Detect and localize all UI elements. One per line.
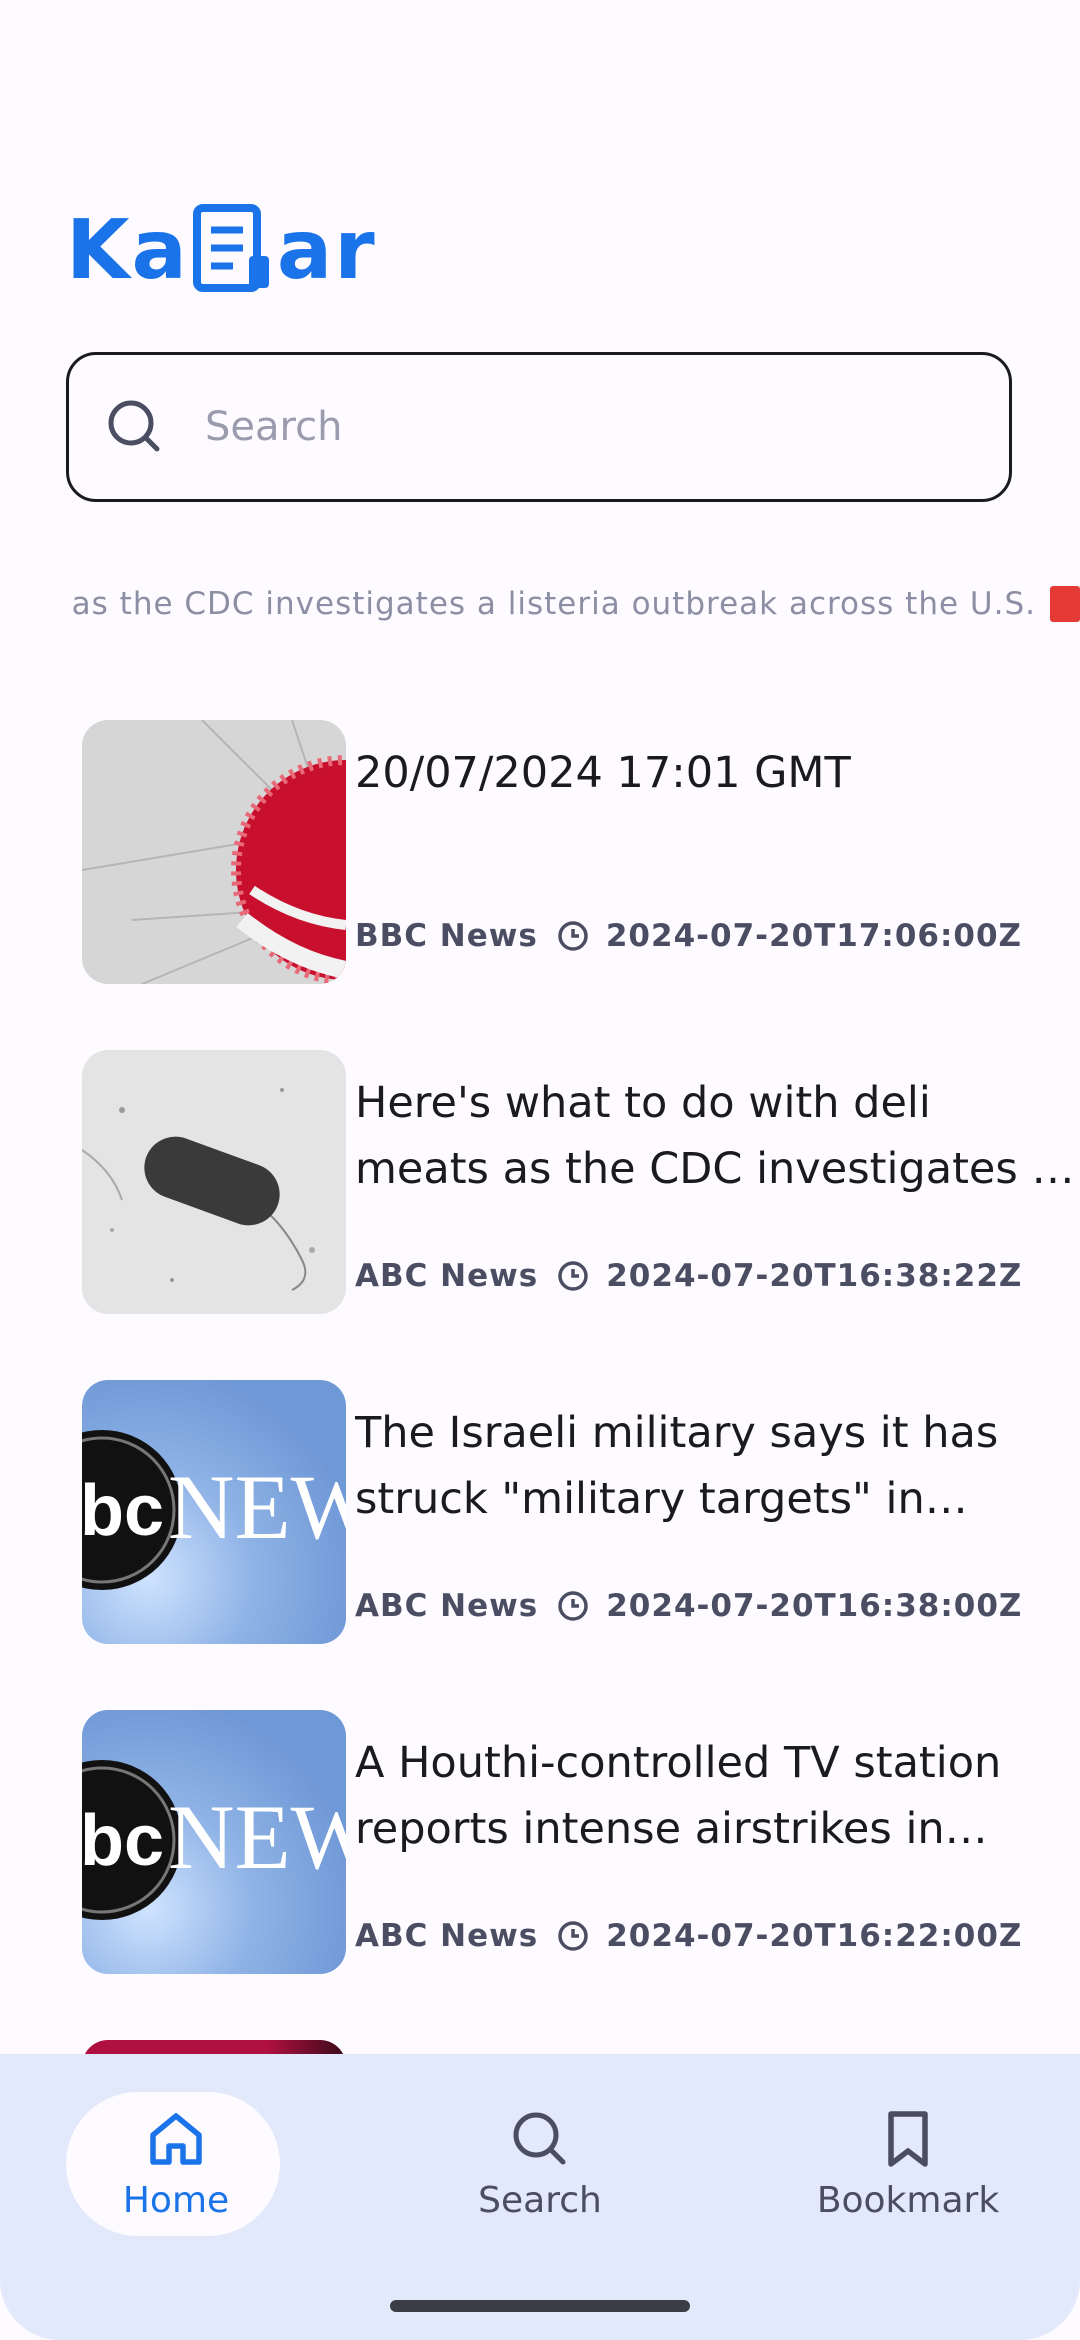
- home-icon: [150, 2113, 202, 2165]
- article-title: A Houthi-controlled TV station reports i…: [355, 1738, 1002, 1854]
- article-title: 20/07/2024 17:01 GMT: [355, 748, 851, 798]
- app-logo: Ka ar: [66, 200, 377, 292]
- clock-icon: [558, 1261, 588, 1291]
- article-title: Here's what to do with deli meats as the…: [355, 1078, 1058, 1194]
- article-card[interactable]: bc NEWS The Israeli military says it has…: [82, 1380, 1021, 1644]
- search-bar[interactable]: [66, 352, 1012, 502]
- article-thumbnail: [82, 1050, 346, 1314]
- clock-icon: [558, 1921, 588, 1951]
- abc-news-logo-image: bc NEWS: [82, 1710, 346, 1974]
- article-thumbnail: bc NEWS: [82, 1380, 346, 1644]
- logo-text-left: Ka: [66, 203, 189, 298]
- search-input[interactable]: [203, 403, 967, 451]
- article-source: ABC News: [355, 1918, 539, 1954]
- bottom-navigation-bar: Home Search Bookmark: [0, 2054, 1080, 2340]
- article-card[interactable]: Here's what to do with deli meats as the…: [82, 1050, 1058, 1314]
- nav-label-home: Home: [122, 2180, 230, 2221]
- bookmark-icon: [888, 2111, 928, 2167]
- svg-text:bc: bc: [82, 1471, 164, 1551]
- article-meta: ABC News 2024-07-20T16:22:00Z: [355, 1918, 1022, 1954]
- article-thumbnail: bc NEWS: [82, 1710, 346, 1974]
- article-timestamp: 2024-07-20T17:06:00Z: [605, 918, 1022, 954]
- svg-text:bc: bc: [82, 1801, 164, 1881]
- article-timestamp: 2024-07-20T16:22:00Z: [606, 1918, 1023, 1954]
- svg-text:NEWS: NEWS: [168, 1456, 346, 1558]
- article-meta: ABC News 2024-07-20T16:38:00Z: [355, 1588, 1022, 1624]
- article-meta: BBC News 2024-07-20T17:06:00Z: [355, 918, 1022, 954]
- article-source: ABC News: [355, 1588, 539, 1624]
- clock-icon: [558, 921, 588, 951]
- article-timestamp: 2024-07-20T16:38:22Z: [606, 1258, 1023, 1294]
- newspaper-logo-icon: [192, 204, 269, 292]
- article-source: BBC News: [355, 918, 538, 954]
- nav-item-home[interactable]: Home: [66, 2092, 286, 2236]
- nav-item-search[interactable]: Search: [430, 2092, 650, 2232]
- bbc-globe-image: [82, 720, 346, 984]
- svg-text:NEWS: NEWS: [168, 1786, 346, 1888]
- ticker-text: ts as the CDC investigates a listeria ou…: [66, 586, 1036, 622]
- article-source: ABC News: [355, 1258, 539, 1294]
- article-timestamp: 2024-07-20T16:38:00Z: [606, 1588, 1023, 1624]
- headline-ticker[interactable]: ts as the CDC investigates a listeria ou…: [66, 578, 1080, 630]
- search-icon: [513, 2112, 566, 2165]
- red-square-icon: [1050, 586, 1080, 622]
- nav-label-search: Search: [478, 2180, 602, 2221]
- article-meta: ABC News 2024-07-20T16:38:22Z: [355, 1258, 1022, 1294]
- logo-text-right: ar: [276, 203, 377, 298]
- news-app-screen: Ka ar ts as the CDC investigates a liste…: [0, 0, 1080, 2340]
- home-gesture-bar[interactable]: [390, 2300, 690, 2312]
- abc-news-logo-image: bc NEWS: [82, 1380, 346, 1644]
- article-thumbnail: [82, 720, 346, 984]
- nav-label-bookmark: Bookmark: [816, 2180, 1000, 2221]
- clock-icon: [558, 1591, 588, 1621]
- article-card[interactable]: 20/07/2024 17:01 GMT BBC News 2024-07-20…: [82, 720, 1021, 984]
- nav-item-bookmark[interactable]: Bookmark: [798, 2092, 1018, 2232]
- article-title: The Israeli military says it has struck …: [355, 1408, 999, 1524]
- bacteria-image: [82, 1050, 346, 1314]
- search-icon: [108, 400, 160, 452]
- article-card[interactable]: bc NEWS A Houthi-controlled TV station r…: [82, 1710, 1021, 1974]
